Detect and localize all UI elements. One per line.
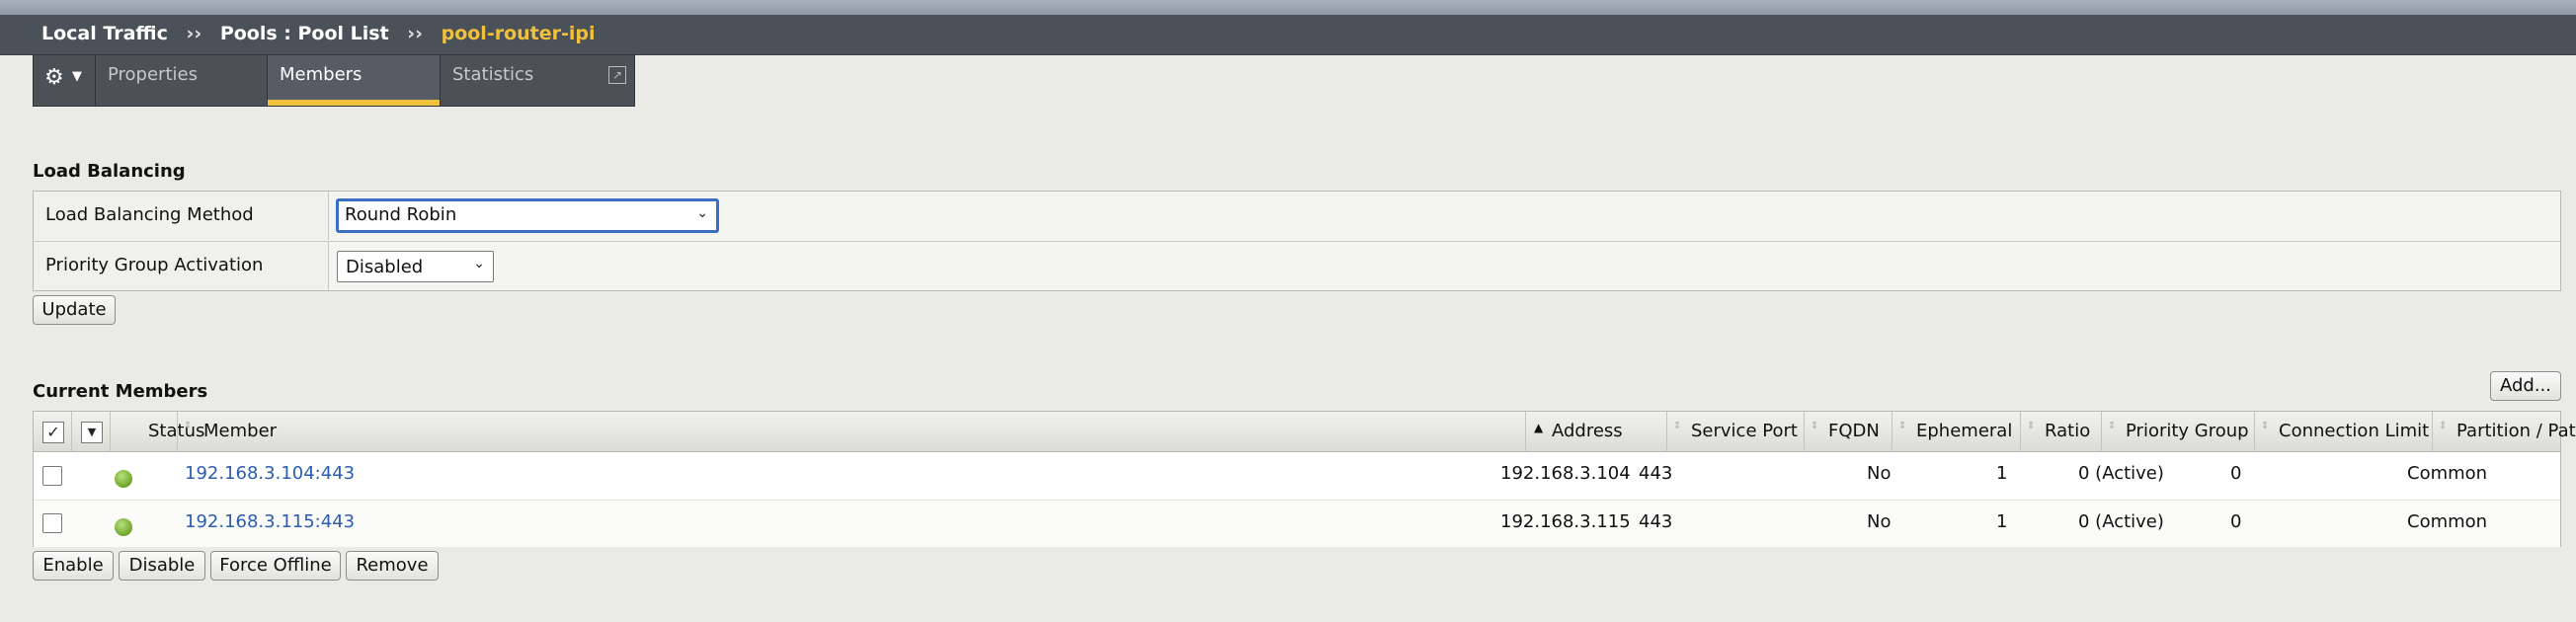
- force-offline-button[interactable]: Force Offline: [210, 551, 341, 581]
- sort-icon: ⇕: [1811, 421, 1819, 431]
- column-label: Member: [203, 421, 278, 441]
- ratio-cell: 1: [1996, 463, 2008, 484]
- column-label: Ratio: [2045, 421, 2091, 441]
- ratio-cell: 1: [1996, 511, 2008, 532]
- chevron-down-icon: ⌄: [696, 205, 708, 221]
- table-row: 192.168.3.115:443 192.168.3.115 443 No 1…: [34, 500, 2560, 547]
- chevron-down-icon: ⌄: [473, 256, 485, 272]
- sort-icon: ⇕: [2261, 421, 2270, 431]
- ephemeral-cell: No: [1867, 463, 1892, 484]
- sort-icon: ⇕: [2439, 421, 2448, 431]
- column-partition[interactable]: ⇕ Partition / Path: [2432, 412, 2576, 451]
- member-link[interactable]: 192.168.3.104:443: [185, 463, 355, 484]
- settings-menu-button[interactable]: ⚙ ▼: [34, 55, 96, 106]
- tab-statistics[interactable]: Statistics ↗: [441, 55, 634, 106]
- lb-method-value: Round Robin: [345, 204, 457, 225]
- load-balancing-table: Load Balancing Method Round Robin ⌄ Prio…: [33, 191, 2561, 291]
- lb-method-label-text: Load Balancing Method: [45, 204, 254, 225]
- breadcrumb-current: pool-router-ipi: [441, 23, 596, 44]
- column-divider: [71, 412, 112, 451]
- priority-group-cell: 0 (Active): [2078, 463, 2164, 484]
- breadcrumb-item-local-traffic[interactable]: Local Traffic: [41, 23, 168, 44]
- gear-icon: ⚙: [44, 65, 64, 90]
- load-balancing-title: Load Balancing: [33, 161, 186, 182]
- title-bar: Local Traffic ›› Pools : Pool List ›› po…: [0, 15, 2576, 55]
- sort-icon: ⇕: [1898, 421, 1907, 431]
- top-band: [0, 0, 2576, 15]
- ephemeral-cell: No: [1867, 511, 1892, 532]
- priority-group-value: Disabled: [346, 257, 424, 277]
- column-label: Ephemeral: [1916, 421, 2013, 441]
- add-member-button[interactable]: Add...: [2490, 371, 2561, 401]
- current-members-title: Current Members: [33, 381, 208, 402]
- column-ephemeral[interactable]: ⇕ Ephemeral: [1892, 412, 2021, 451]
- enable-button[interactable]: Enable: [33, 551, 114, 581]
- member-link[interactable]: 192.168.3.115:443: [185, 511, 355, 532]
- column-ratio[interactable]: ⇕ Ratio: [2020, 412, 2102, 451]
- table-row: 192.168.3.104:443 192.168.3.104 443 No 1…: [34, 452, 2560, 499]
- column-member[interactable]: ⇕ Member: [177, 412, 1526, 451]
- column-address[interactable]: ▲ Address: [1525, 412, 1667, 451]
- column-label: Connection Limit: [2279, 421, 2430, 441]
- priority-group-select[interactable]: Disabled ⌄: [337, 251, 494, 282]
- members-table: ✓ ▼ Status ⇕ Member ▲ Address ⇕ Service …: [33, 411, 2576, 547]
- lb-method-select[interactable]: Round Robin ⌄: [336, 198, 719, 233]
- service-port-cell: 443: [1639, 511, 1673, 532]
- lb-method-label: Load Balancing Method: [34, 192, 329, 240]
- column-service-port[interactable]: ⇕ Service Port: [1666, 412, 1805, 451]
- select-all-checkbox[interactable]: ✓: [42, 422, 64, 443]
- tab-members[interactable]: Members: [268, 55, 441, 106]
- lb-method-row: Load Balancing Method Round Robin ⌄: [34, 192, 2560, 240]
- tab-label: Properties: [108, 64, 198, 85]
- priority-group-row: Priority Group Activation Disabled ⌄: [34, 241, 2560, 290]
- column-label: Partition / Path: [2456, 421, 2576, 441]
- address-cell: 192.168.3.104: [1500, 463, 1631, 484]
- update-button[interactable]: Update: [33, 295, 116, 325]
- service-port-cell: 443: [1639, 463, 1673, 484]
- remove-button[interactable]: Remove: [346, 551, 439, 581]
- tab-label: Members: [280, 64, 362, 85]
- row-checkbox[interactable]: [42, 466, 62, 486]
- disable-button[interactable]: Disable: [119, 551, 205, 581]
- status-available-icon: [115, 470, 132, 488]
- priority-group-cell: 0 (Active): [2078, 511, 2164, 532]
- status-available-icon: [115, 518, 132, 536]
- column-label: Priority Group: [2126, 421, 2249, 441]
- sort-icon: ⇕: [1673, 421, 1682, 431]
- address-cell: 192.168.3.115: [1500, 511, 1631, 532]
- breadcrumb-separator: ››: [186, 23, 202, 44]
- connection-limit-cell: 0: [2230, 463, 2242, 484]
- row-checkbox[interactable]: [42, 513, 62, 533]
- tab-bar: ⚙ ▼ Properties Members Statistics ↗: [33, 54, 635, 107]
- tab-properties[interactable]: Properties: [96, 55, 268, 106]
- partition-cell: Common: [2407, 463, 2488, 484]
- caret-down-icon: ▼: [72, 69, 82, 84]
- partition-cell: Common: [2407, 511, 2488, 532]
- priority-group-label-text: Priority Group Activation: [45, 255, 264, 275]
- column-label: Address: [1552, 421, 1623, 441]
- breadcrumb-item-pools[interactable]: Pools : Pool List: [220, 23, 389, 44]
- column-connection-limit[interactable]: ⇕ Connection Limit: [2254, 412, 2433, 451]
- table-header: ✓ ▼ Status ⇕ Member ▲ Address ⇕ Service …: [34, 412, 2576, 452]
- column-label: FQDN: [1828, 421, 1880, 441]
- sort-icon: ⇕: [2108, 421, 2117, 431]
- external-window-icon[interactable]: ↗: [608, 66, 626, 84]
- tab-label: Statistics: [452, 64, 534, 85]
- breadcrumb-separator: ››: [407, 23, 423, 44]
- breadcrumb: Local Traffic ›› Pools : Pool List ›› po…: [41, 23, 596, 44]
- sort-icon: ⇕: [2027, 421, 2036, 431]
- sort-ascending-icon: ▲: [1534, 421, 1544, 434]
- column-fqdn[interactable]: ⇕ FQDN: [1804, 412, 1892, 451]
- column-label: Service Port: [1691, 421, 1798, 441]
- column-priority-group[interactable]: ⇕ Priority Group: [2101, 412, 2255, 451]
- connection-limit-cell: 0: [2230, 511, 2242, 532]
- sort-icon: ⇕: [184, 421, 193, 431]
- priority-group-label: Priority Group Activation: [34, 242, 329, 290]
